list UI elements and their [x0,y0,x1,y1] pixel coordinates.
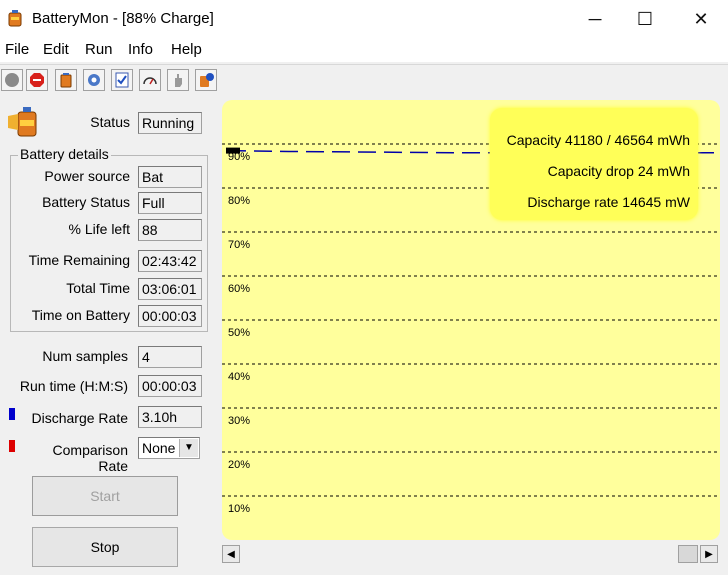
arrow-right-icon: ▶ [705,548,713,560]
start-button[interactable]: Start [32,476,178,516]
power-source-value: Bat [138,166,202,188]
record-button[interactable] [1,69,23,91]
window-title: BatteryMon - [88% Charge] [32,10,214,27]
time-on-battery-value: 00:00:03 [138,305,202,327]
hand-button[interactable] [167,69,189,91]
menu-edit[interactable]: Edit [43,41,69,58]
tick-label-10: 10% [228,503,250,515]
tick-label-30: 30% [228,415,250,427]
chevron-down-icon[interactable]: ▼ [179,439,198,457]
menu-help[interactable]: Help [171,41,202,58]
help-icon [200,73,214,87]
gauge-icon [143,77,157,85]
gauge-button[interactable] [139,69,161,91]
menu-run[interactable]: Run [85,41,113,58]
chart-scrollbar[interactable]: ◀ ▶ [222,544,720,564]
checklist-icon [115,72,129,88]
toolbar [0,64,728,97]
comparison-rate-marker [9,440,15,452]
power-source-label: Power source [44,168,130,184]
tick-label-80: 80% [228,195,250,207]
discharge-rate-value: 3.10h [138,406,202,428]
battery-status-icon [8,107,37,137]
run-time-value: 00:00:03 [138,375,202,397]
status-value: Running [138,112,202,134]
comparison-rate-select[interactable]: None ▼ [138,437,200,459]
run-time-label: Run time (H:M:S) [19,378,128,394]
comparison-rate-value: None [142,440,176,456]
time-remaining-label: Time Remaining [28,252,130,268]
battery-status-value: Full [138,192,202,214]
discharge-rate-label: Discharge Rate [31,410,129,426]
battery-button[interactable] [55,69,77,91]
menu-info[interactable]: Info [128,41,153,58]
settings-button[interactable] [83,69,105,91]
life-left-label: % Life left [68,221,130,237]
capacity-text: Capacity 41180 / 46564 mWh [506,132,690,148]
record-icon [5,73,19,87]
time-remaining-value: 02:43:42 [138,250,202,272]
chart-info-overlay: Capacity 41180 / 46564 mWh Capacity drop… [490,108,698,220]
battery-details-title: Battery details [18,146,111,162]
checklist-button[interactable] [111,69,133,91]
time-on-battery-label: Time on Battery [31,307,130,323]
tick-label-40: 40% [228,371,250,383]
minimize-button[interactable]: ─ [570,0,620,38]
hand-icon [175,74,182,87]
tick-label-20: 20% [228,459,250,471]
help-button[interactable] [195,69,217,91]
battery-chart: 90% 80% 70% 60% 50% 40% 30% 20% 10% Capacity 411… [222,100,720,540]
series-start-marker [226,147,240,154]
stop-icon [30,73,44,87]
discharge-rate-text: Discharge rate 14645 mW [527,194,690,210]
menu-bar: File Edit Run Info Help [0,38,728,62]
arrow-left-icon: ◀ [227,548,235,560]
stop-button[interactable] [26,69,48,91]
close-button[interactable]: ✕ [676,0,726,38]
app-battery-icon [8,10,22,27]
stop-button-main[interactable]: Stop [32,527,178,567]
life-left-value: 88 [138,219,202,241]
scrollbar-thumb[interactable] [678,545,698,563]
scroll-left-button[interactable]: ◀ [222,545,240,563]
scroll-right-button[interactable]: ▶ [700,545,718,563]
tick-label-70: 70% [228,239,250,251]
capacity-drop-text: Capacity drop 24 mWh [547,163,690,179]
num-samples-value: 4 [138,346,202,368]
battery-status-label: Battery Status [42,194,130,210]
status-label: Status [90,114,130,130]
maximize-button[interactable]: ☐ [620,0,670,38]
total-time-label: Total Time [66,280,130,296]
menu-file[interactable]: File [5,41,29,58]
total-time-value: 03:06:01 [138,278,202,300]
title-bar: BatteryMon - [88% Charge] ─ ☐ ✕ [0,0,728,38]
tick-label-50: 50% [228,327,250,339]
settings-icon [88,74,100,86]
discharge-rate-marker [9,408,15,420]
tick-label-60: 60% [228,283,250,295]
battery-icon [60,73,72,88]
comparison-rate-label: Comparison Rate [52,442,128,474]
num-samples-label: Num samples [42,348,128,364]
